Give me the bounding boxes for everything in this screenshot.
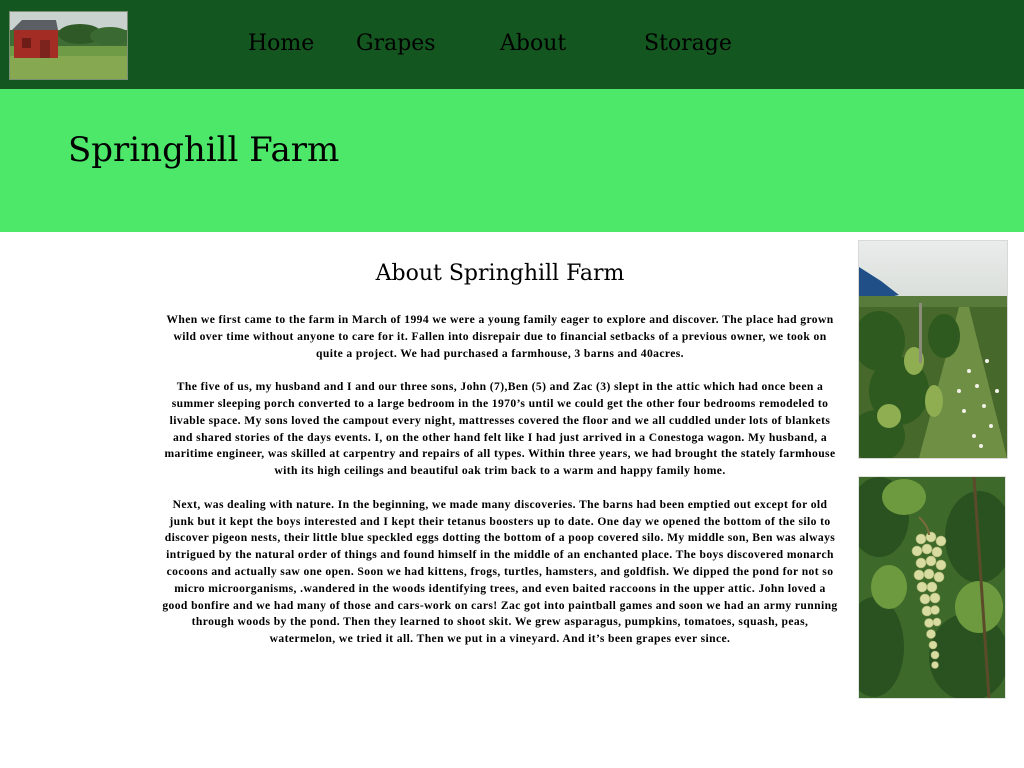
site-title: Springhill Farm: [68, 130, 340, 170]
page-heading: About Springhill Farm: [375, 261, 625, 286]
grapes-image: [859, 477, 1005, 698]
main-content: About Springhill Farm When we first came…: [160, 258, 840, 665]
vineyard-image: [859, 241, 1007, 458]
paragraph-nature: Next, was dealing with nature. In the be…: [162, 497, 838, 646]
nav-link-about[interactable]: About: [500, 30, 566, 58]
paragraph-family: The five of us, my husband and I and our…: [164, 380, 836, 478]
nav-link-grapes[interactable]: Grapes: [356, 30, 436, 58]
grapes-photo: [858, 476, 1006, 699]
vineyard-photo: [858, 240, 1008, 459]
nav-link-storage[interactable]: Storage: [644, 30, 732, 58]
barn-logo-image[interactable]: [9, 11, 128, 80]
nav-link-home[interactable]: Home: [248, 30, 314, 58]
barn-photo: [10, 12, 127, 79]
paragraph-arrival: When we first came to the farm in March …: [166, 313, 834, 360]
top-nav-bar: Home Grapes About Storage: [0, 0, 1024, 89]
